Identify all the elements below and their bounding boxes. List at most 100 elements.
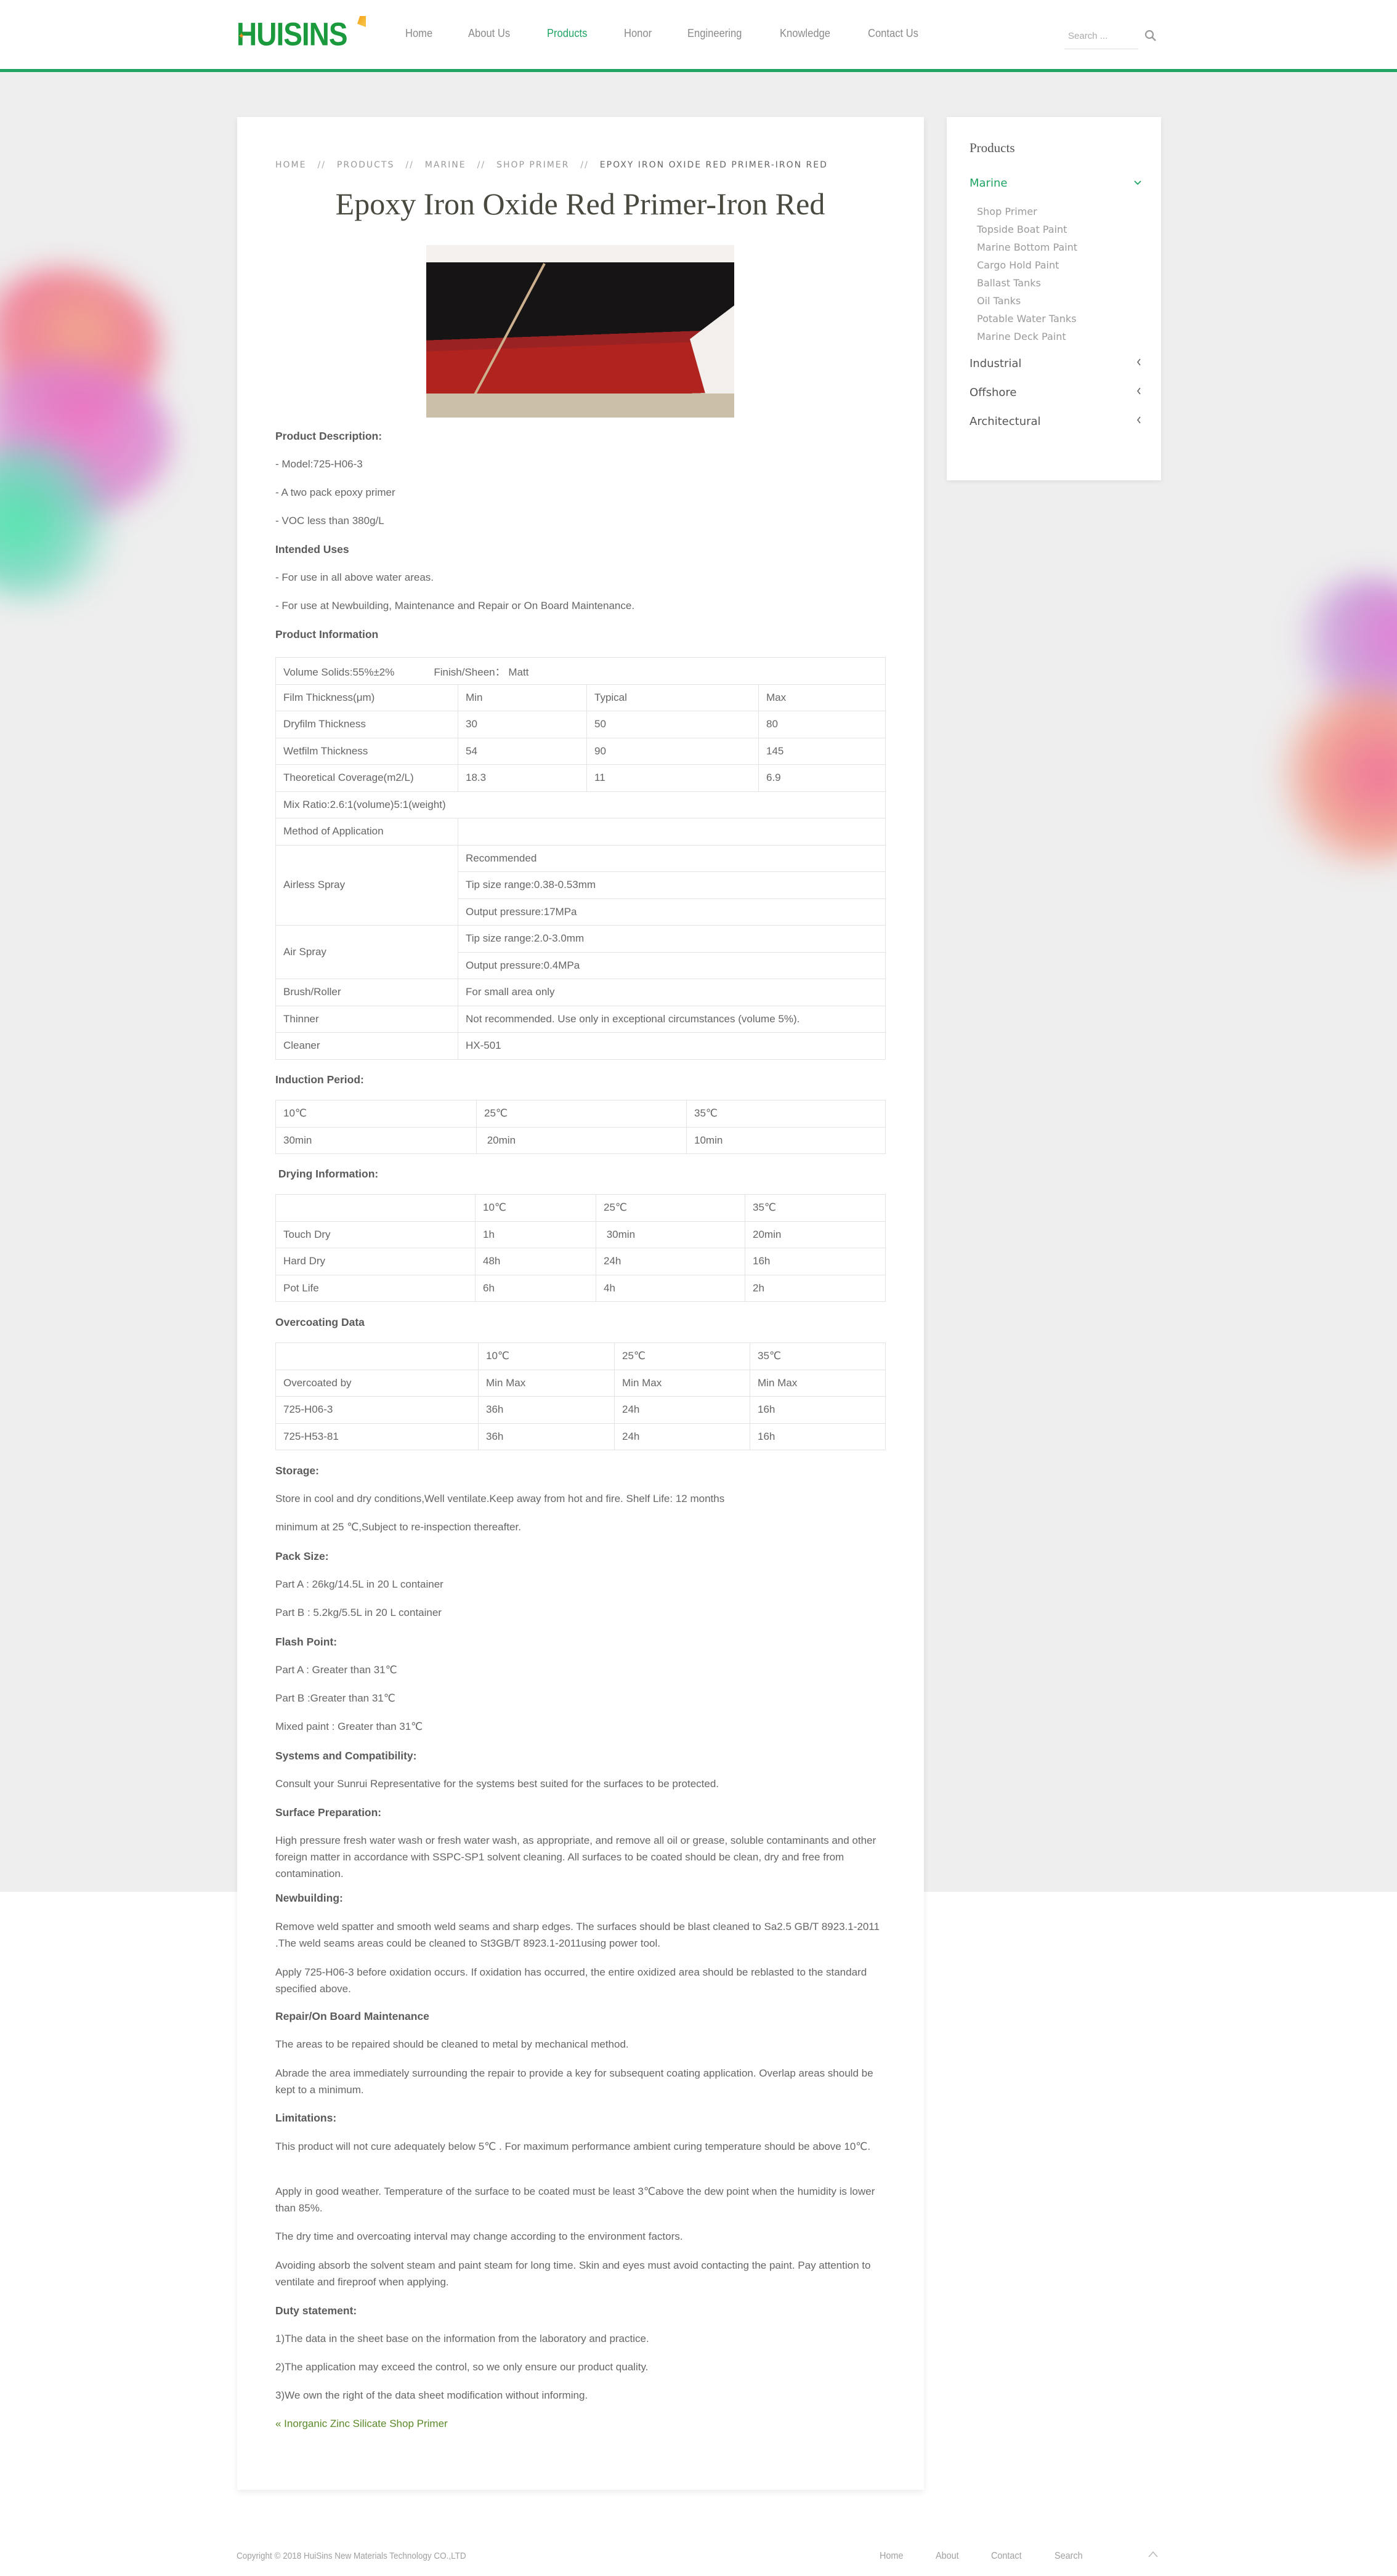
- table-row: 10℃ 25℃ 35℃: [275, 1194, 886, 1222]
- breadcrumb-separator: //: [580, 160, 589, 170]
- nav-honor[interactable]: Honor: [624, 27, 652, 40]
- table-cell: 10℃: [478, 1343, 615, 1370]
- volume-solids-cell: Volume Solids:55%±2% Finish/Sheen： Matt: [275, 657, 886, 685]
- table-cell: Cleaner: [275, 1032, 458, 1060]
- table-row: 725-H06-3 36h 24h 16h: [275, 1396, 886, 1424]
- table-cell: 145: [758, 737, 886, 765]
- table-cell: Output pressure:0.4MPa: [457, 951, 886, 979]
- table-cell: 48h: [475, 1248, 596, 1275]
- image-dock: [426, 393, 734, 418]
- search-input[interactable]: [1064, 23, 1138, 49]
- induction-table-wrap: 10℃ 25℃ 35℃ 30min 20min 10min: [275, 1100, 886, 1154]
- logo-flame-icon: [357, 16, 366, 27]
- overcoating-heading: Overcoating Data: [275, 1316, 365, 1328]
- intended-use-item: - For use at Newbuilding, Maintenance an…: [275, 600, 635, 612]
- logo[interactable]: HUISINS ✦: [237, 15, 366, 52]
- table-row: 10℃ 25℃ 35℃: [275, 1343, 886, 1370]
- table-cell: Pot Life: [275, 1274, 476, 1302]
- duty-heading: Duty statement:: [275, 2304, 357, 2317]
- chevron-left-icon[interactable]: [1136, 386, 1142, 398]
- sidebar-item-label: Offshore: [970, 386, 1017, 399]
- chevron-left-icon[interactable]: [1136, 415, 1142, 427]
- table-cell: 35℃: [750, 1343, 886, 1370]
- sidebar-subitem-marine-bottom-paint[interactable]: Marine Bottom Paint: [977, 241, 1077, 253]
- table-row: Pot Life 6h 4h 2h: [275, 1274, 886, 1302]
- sidebar-item-offshore[interactable]: Offshore: [970, 386, 1142, 399]
- description-item: - VOC less than 380g/L: [275, 515, 384, 527]
- search-icon[interactable]: [1144, 30, 1157, 42]
- breadcrumb-marine[interactable]: MARINE: [425, 160, 466, 170]
- table-cell: 36h: [478, 1423, 615, 1450]
- limitations-text: This product will not cure adequately be…: [275, 2141, 871, 2152]
- sidebar-subitem-cargo-hold-paint[interactable]: Cargo Hold Paint: [977, 259, 1059, 271]
- table-row: Cleaner HX-501: [275, 1032, 886, 1060]
- table-cell: 10min: [686, 1126, 886, 1154]
- nav-engineering[interactable]: Engineering: [687, 27, 742, 40]
- sidebar-item-label: Industrial: [970, 357, 1022, 370]
- table-cell: Air Spray: [275, 925, 458, 979]
- nav-contact-us[interactable]: Contact Us: [868, 27, 918, 40]
- product-info-heading: Product Information: [275, 628, 379, 640]
- flash-point-line: Part B :Greater than 31℃: [275, 1692, 395, 1704]
- duty-line: 3)We own the right of the data sheet mod…: [275, 2389, 588, 2401]
- table-cell: 24h: [614, 1423, 750, 1450]
- breadcrumb-products[interactable]: PRODUCTS: [337, 160, 394, 170]
- table-cell: Output pressure:17MPa: [457, 898, 886, 926]
- table-cell: 1h: [475, 1221, 596, 1248]
- footer-link-about[interactable]: About: [936, 2551, 959, 2562]
- sidebar-subitem-marine-deck-paint[interactable]: Marine Deck Paint: [977, 331, 1066, 342]
- chevron-left-icon[interactable]: [1136, 357, 1142, 369]
- nav-knowledge[interactable]: Knowledge: [780, 27, 830, 40]
- sidebar-subitem-ballast-tanks[interactable]: Ballast Tanks: [977, 277, 1041, 289]
- footer-link-home[interactable]: Home: [880, 2551, 903, 2562]
- table-row: 30min 20min 10min: [275, 1126, 886, 1154]
- products-sidebar: Products Marine Shop Primer Topside Boat…: [947, 117, 1161, 480]
- sidebar-subitem-topside-boat-paint[interactable]: Topside Boat Paint: [977, 224, 1067, 235]
- table-cell: [275, 1343, 479, 1370]
- table-row: Airless Spray Recommended: [275, 844, 886, 926]
- table-cell: Min: [458, 684, 587, 711]
- main-nav: Home About Us Products Honor Engineering…: [405, 27, 956, 40]
- footer-link-contact[interactable]: Contact: [991, 2551, 1022, 2562]
- back-to-top-icon[interactable]: [1148, 2548, 1159, 2561]
- limitations-text: The dry time and overcoating interval ma…: [275, 2231, 683, 2242]
- table-cell: [457, 818, 886, 846]
- sidebar-subitem-potable-water-tanks[interactable]: Potable Water Tanks: [977, 313, 1077, 325]
- chevron-down-icon[interactable]: [1133, 177, 1142, 188]
- newbuilding-text: Remove weld spatter and smooth weld seam…: [275, 1921, 880, 1949]
- table-cell: 35℃: [686, 1100, 886, 1128]
- table-cell: 725-H53-81: [275, 1423, 479, 1450]
- nav-about-us[interactable]: About Us: [468, 27, 510, 40]
- table-cell: 16h: [750, 1423, 886, 1450]
- table-cell: Recommended: [457, 844, 886, 872]
- table-row: Touch Dry 1h 30min 20min: [275, 1221, 886, 1248]
- breadcrumb-home[interactable]: HOME: [275, 160, 306, 170]
- breadcrumb-shop-primer[interactable]: SHOP PRIMER: [496, 160, 569, 170]
- table-row: Thinner Not recommended. Use only in exc…: [275, 1005, 886, 1033]
- table-cell: Brush/Roller: [275, 979, 458, 1006]
- newbuilding-heading: Newbuilding:: [275, 1892, 343, 1904]
- sidebar-subitem-shop-primer[interactable]: Shop Primer: [977, 206, 1037, 217]
- table-cell: Theoretical Coverage(m2/L): [275, 764, 458, 792]
- repair-text: Abrade the area immediately surrounding …: [275, 2067, 873, 2096]
- sidebar-item-industrial[interactable]: Industrial: [970, 357, 1142, 370]
- table-cell: Overcoated by: [275, 1369, 479, 1397]
- footer-nav: Home About Contact Search: [880, 2551, 1115, 2562]
- nav-products[interactable]: Products: [547, 27, 587, 40]
- nav-home[interactable]: Home: [405, 27, 432, 40]
- drying-table: 10℃ 25℃ 35℃ Touch Dry 1h 30min 20min Har…: [275, 1194, 886, 1302]
- footer-link-search[interactable]: Search: [1055, 2551, 1083, 2562]
- overcoating-table-wrap: 10℃ 25℃ 35℃ Overcoated by Min Max Min Ma…: [275, 1343, 886, 1450]
- table-cell: 18.3: [458, 764, 587, 792]
- table-cell: Max: [758, 684, 886, 711]
- table-cell: 10℃: [275, 1100, 477, 1128]
- logo-text: HUISINS: [237, 15, 348, 52]
- repair-text: The areas to be repaired should be clean…: [275, 2038, 629, 2050]
- paint-splash-decoration: [1269, 682, 1397, 866]
- sidebar-item-marine[interactable]: Marine: [970, 177, 1142, 190]
- surface-prep-heading: Surface Preparation:: [275, 1806, 382, 1819]
- table-cell: 90: [586, 737, 759, 765]
- sidebar-item-architectural[interactable]: Architectural: [970, 415, 1142, 428]
- previous-post-link[interactable]: « Inorganic Zinc Silicate Shop Primer: [275, 2418, 448, 2430]
- sidebar-subitem-oil-tanks[interactable]: Oil Tanks: [977, 295, 1021, 307]
